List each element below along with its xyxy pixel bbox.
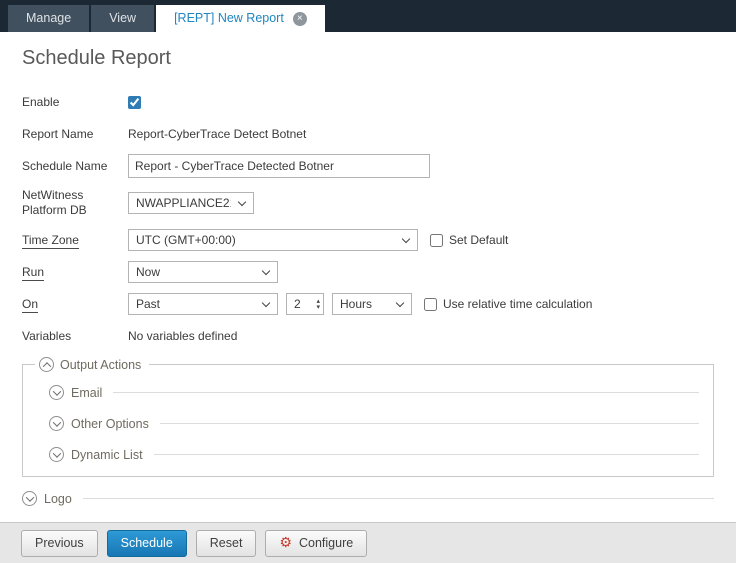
time-zone-select[interactable]: UTC (GMT+00:00) [128,229,418,251]
tab-manage[interactable]: Manage [8,5,89,32]
relative-time-checkbox[interactable] [424,298,437,311]
time-zone-label: Time Zone [22,233,128,248]
section-logo: Logo [22,491,714,506]
collapse-up-icon[interactable] [39,357,54,372]
email-label[interactable]: Email [71,386,102,400]
reset-button[interactable]: Reset [196,530,257,557]
expand-down-icon[interactable] [49,385,64,400]
on-range-select[interactable]: Past [128,293,278,315]
previous-button[interactable]: Previous [21,530,98,557]
form-row-platform-db: NetWitness Platform DB NWAPPLIANCE21328 … [22,186,736,220]
relative-time-label: Use relative time calculation [443,297,592,311]
chevron-down-icon [262,266,270,274]
platform-db-label: NetWitness Platform DB [22,188,128,218]
dynamic-list-label[interactable]: Dynamic List [71,448,143,462]
form-row-enable: Enable [22,90,736,114]
expand-down-icon[interactable] [22,491,37,506]
step-down-icon[interactable]: ▾ [316,304,320,310]
variables-value: No variables defined [128,329,237,343]
expand-down-icon[interactable] [49,416,64,431]
variables-label: Variables [22,329,128,344]
report-name-value: Report-CyberTrace Detect Botnet [128,127,306,141]
page-title: Schedule Report [22,46,736,70]
set-default-label: Set Default [449,233,508,247]
section-email: Email [49,385,713,400]
divider [113,392,699,393]
on-label: On [22,297,128,312]
divider [154,454,699,455]
form-row-report-name: Report Name Report-CyberTrace Detect Bot… [22,122,736,146]
schedule-name-input[interactable] [128,154,430,178]
chevron-down-icon [262,298,270,306]
enable-checkbox[interactable] [128,96,141,109]
chevron-down-icon [396,298,404,306]
configure-button-label: Configure [299,536,353,550]
tab-view[interactable]: View [91,5,154,32]
amount-stepper[interactable]: 2 ▴ ▾ [286,293,324,315]
stepper-arrows-icon[interactable]: ▴ ▾ [316,298,320,310]
gear-icon: ⚙ [279,536,292,550]
section-dynamic-list: Dynamic List [49,447,713,462]
close-icon[interactable]: × [293,12,307,26]
other-options-label[interactable]: Other Options [71,417,149,431]
unit-value: Hours [340,297,389,311]
form-row-schedule-name: Schedule Name [22,154,736,178]
tab-bar: Manage View [REPT] New Report × [0,0,736,32]
tab-new-report[interactable]: [REPT] New Report × [156,5,325,32]
section-other-options: Other Options [49,416,713,431]
chevron-down-icon [238,197,246,205]
app-window: Manage View [REPT] New Report × Schedule… [0,0,736,563]
unit-select[interactable]: Hours [332,293,412,315]
output-actions-label: Output Actions [60,358,141,372]
run-select[interactable]: Now [128,261,278,283]
divider [160,423,699,424]
output-actions-panel: Output Actions Email Other Options Dynam… [22,364,714,477]
schedule-name-label: Schedule Name [22,159,128,174]
tab-new-report-label: [REPT] New Report [174,5,284,32]
expand-down-icon[interactable] [49,447,64,462]
form-row-variables: Variables No variables defined [22,324,736,348]
form-row-run: Run Now [22,260,736,284]
enable-label: Enable [22,95,128,110]
form-row-on: On Past 2 ▴ ▾ Hours Use relative time c [22,292,736,316]
platform-db-value: NWAPPLIANCE21328 - [136,196,231,210]
run-value: Now [136,265,255,279]
chevron-down-icon [402,234,410,242]
run-label: Run [22,265,128,280]
divider [83,498,714,499]
schedule-button[interactable]: Schedule [107,530,187,557]
platform-db-select[interactable]: NWAPPLIANCE21328 - [128,192,254,214]
footer-button-bar: Previous Schedule Reset ⚙ Configure [0,522,736,563]
set-default-checkbox[interactable] [430,234,443,247]
amount-value: 2 [294,297,301,311]
logo-label[interactable]: Logo [44,492,72,506]
output-actions-header[interactable]: Output Actions [35,357,149,372]
configure-button[interactable]: ⚙ Configure [265,530,367,557]
on-range-value: Past [136,297,255,311]
report-name-label: Report Name [22,127,128,142]
form-row-time-zone: Time Zone UTC (GMT+00:00) Set Default [22,228,736,252]
time-zone-value: UTC (GMT+00:00) [136,233,395,247]
